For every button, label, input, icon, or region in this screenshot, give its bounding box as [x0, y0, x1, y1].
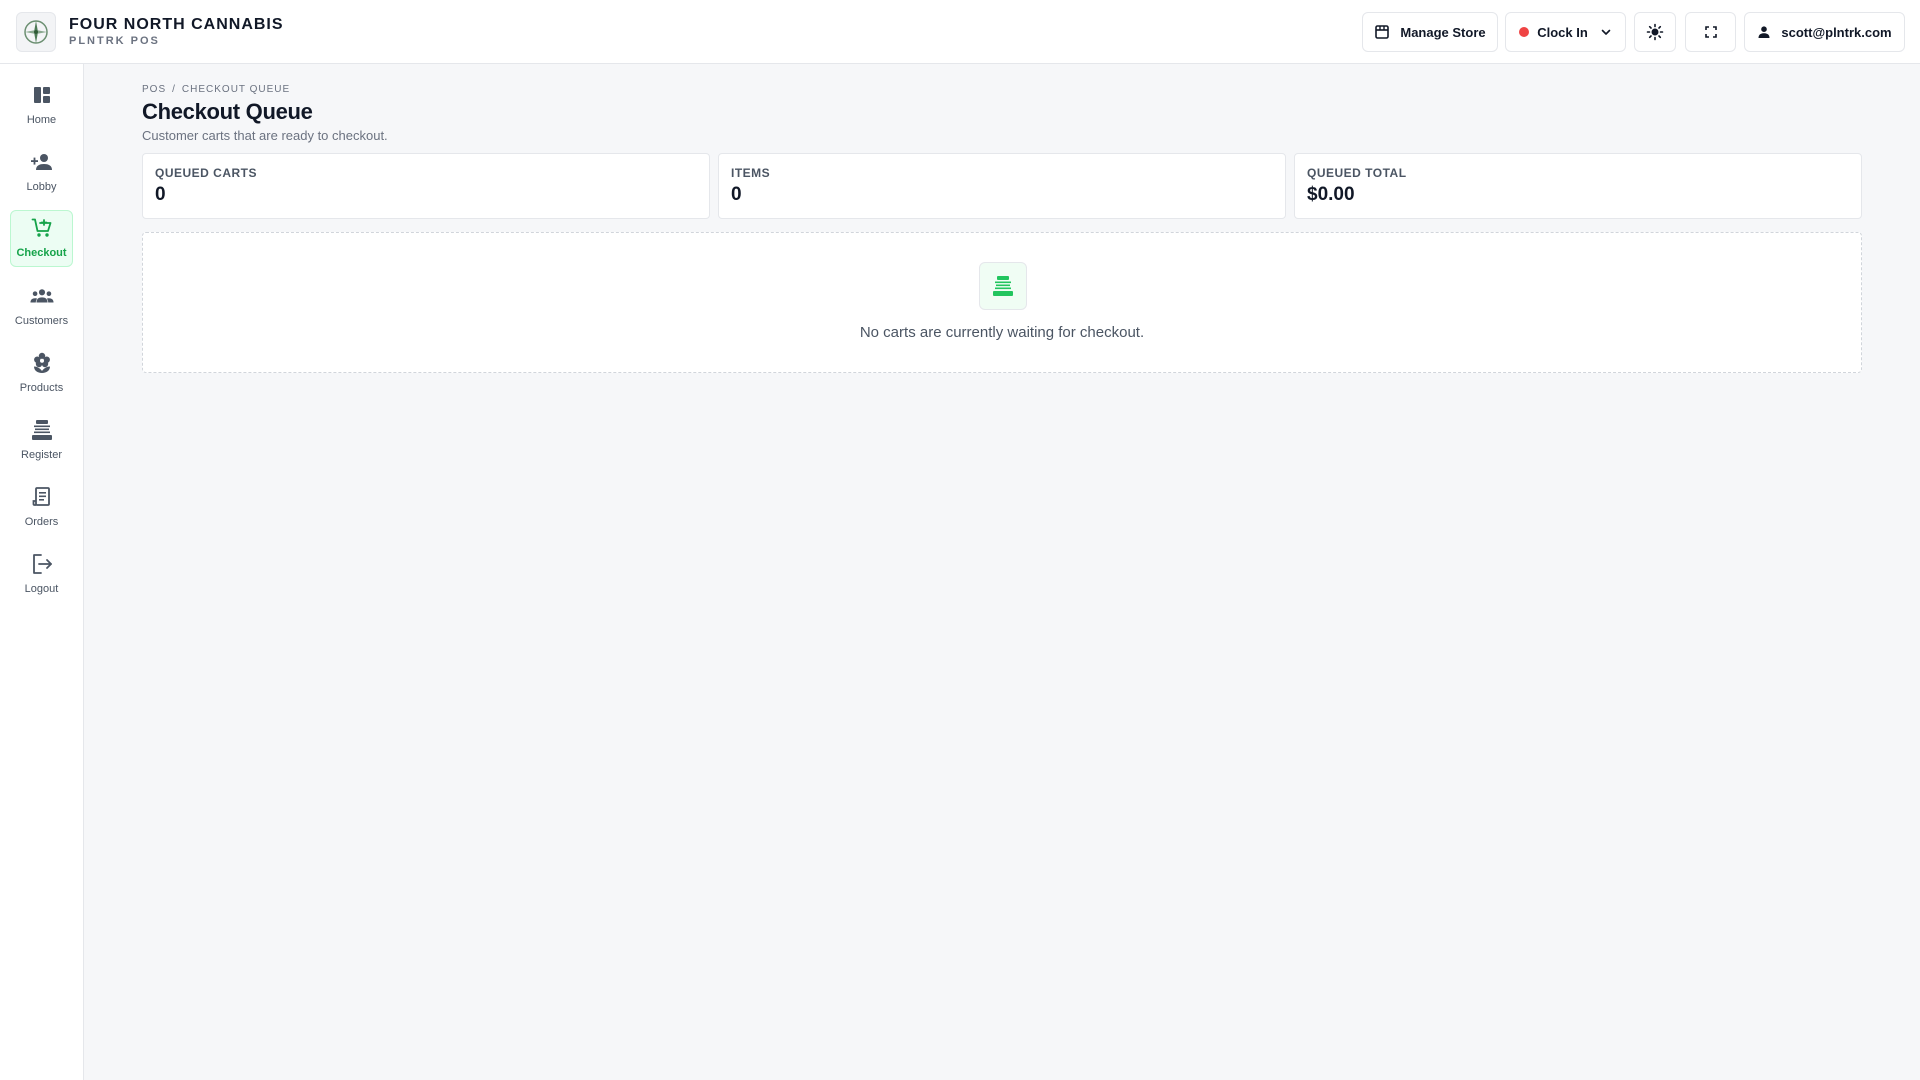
sun-icon [1646, 23, 1664, 41]
breadcrumb-root[interactable]: POS [142, 84, 166, 95]
sidebar-item-logout[interactable]: Logout [10, 547, 73, 604]
register-icon [979, 262, 1027, 310]
sidebar-item-products[interactable]: Products [10, 346, 73, 403]
stat-card-queued-carts: QUEUED CARTS 0 [142, 153, 710, 219]
clock-in-button[interactable]: Clock In [1505, 12, 1626, 52]
compass-logo-icon [24, 20, 48, 44]
breadcrumb-separator: / [172, 84, 176, 95]
sidebar-item-customers[interactable]: Customers [10, 279, 73, 336]
manage-store-button[interactable]: Manage Store [1362, 12, 1498, 52]
person-add-icon [30, 150, 54, 174]
stat-label: QUEUED CARTS [155, 166, 258, 180]
top-bar: FOUR NORTH CANNABIS PLNTRK POS Manage St… [0, 0, 1920, 64]
store-logo [16, 12, 56, 52]
stat-value: 0 [155, 184, 166, 205]
dashboard-icon [30, 83, 54, 107]
sidebar-item-lobby[interactable]: Lobby [10, 145, 73, 202]
flower-icon [30, 351, 54, 375]
sidebar-item-label: Orders [24, 516, 59, 528]
sidebar-nav: Home Lobby Checkout Customers Products R… [0, 64, 84, 1080]
sidebar-item-checkout[interactable]: Checkout [10, 210, 73, 267]
logout-icon [30, 552, 54, 576]
sidebar-item-label: Products [19, 382, 64, 394]
empty-state-panel: No carts are currently waiting for check… [142, 232, 1862, 373]
stat-card-items: ITEMS 0 [718, 153, 1286, 219]
store-icon [1374, 24, 1390, 40]
stat-value: 0 [731, 184, 742, 205]
clock-status-dot [1519, 27, 1530, 37]
user-icon [1757, 25, 1771, 39]
page-subtitle: Customer carts that are ready to checkou… [142, 128, 388, 143]
breadcrumb: POS / CHECKOUT QUEUE [142, 84, 290, 95]
sidebar-item-label: Home [26, 114, 57, 126]
theme-toggle-button[interactable] [1634, 12, 1676, 52]
receipt-icon [30, 485, 54, 509]
sidebar-item-label: Checkout [16, 247, 67, 259]
app-name: PLNTRK POS [69, 35, 160, 47]
fullscreen-icon [1704, 25, 1718, 39]
sidebar-item-home[interactable]: Home [10, 78, 73, 135]
sidebar-item-label: Lobby [26, 181, 57, 193]
chevron-down-icon [1600, 26, 1612, 38]
cart-icon [30, 216, 54, 240]
sidebar-item-label: Customers [14, 315, 69, 327]
manage-store-label: Manage Store [1400, 24, 1486, 40]
page-title: Checkout Queue [142, 99, 313, 124]
sidebar-item-label: Register [21, 449, 62, 461]
user-menu-button[interactable]: scott@plntrk.com [1744, 12, 1905, 52]
user-email: scott@plntrk.com [1781, 24, 1892, 40]
sidebar-item-label: Logout [24, 583, 59, 595]
sidebar-item-register[interactable]: Register [10, 413, 73, 470]
fullscreen-button[interactable] [1685, 12, 1736, 52]
stat-card-queued-total: QUEUED TOTAL $0.00 [1294, 153, 1862, 219]
brand[interactable]: FOUR NORTH CANNABIS PLNTRK POS [16, 12, 284, 52]
store-name: FOUR NORTH CANNABIS [69, 16, 284, 33]
register-icon [30, 418, 54, 442]
clock-in-label: Clock In [1537, 24, 1588, 40]
stat-label: QUEUED TOTAL [1307, 166, 1407, 180]
breadcrumb-current: CHECKOUT QUEUE [181, 84, 291, 95]
sidebar-item-orders[interactable]: Orders [10, 480, 73, 537]
group-icon [29, 284, 54, 308]
stat-value: $0.00 [1307, 184, 1355, 205]
empty-state-message: No carts are currently waiting for check… [859, 324, 1145, 341]
stat-label: ITEMS [731, 166, 771, 180]
